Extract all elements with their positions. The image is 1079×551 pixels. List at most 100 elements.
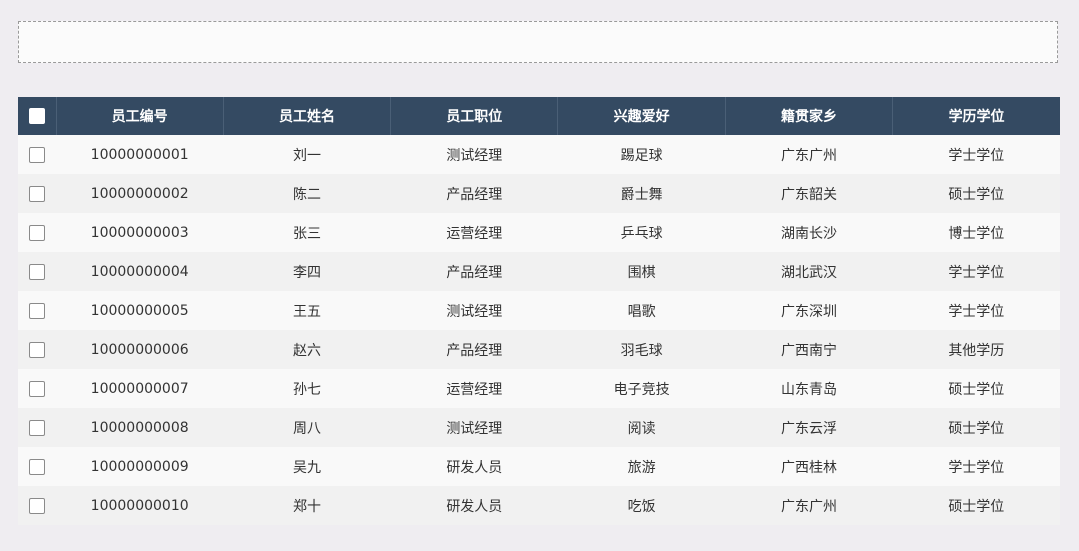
table-row[interactable]: 10000000002 陈二 产品经理 爵士舞 广东韶关 硕士学位: [18, 174, 1060, 213]
row-select-cell[interactable]: [18, 447, 56, 486]
cell-employee-id: 10000000008: [90, 419, 189, 436]
table-row[interactable]: 10000000007 孙七 运营经理 电子竞技 山东青岛 硕士学位: [18, 369, 1060, 408]
cell-employee-name: 吴九: [292, 459, 321, 476]
cell-degree: 学士学位: [948, 147, 1005, 164]
cell-employee-id: 10000000010: [90, 497, 189, 514]
row-checkbox[interactable]: [29, 419, 45, 436]
cell-hobby: 唱歌: [627, 303, 656, 320]
table-row[interactable]: 10000000006 赵六 产品经理 羽毛球 广西南宁 其他学历: [18, 330, 1060, 369]
row-select-cell[interactable]: [18, 369, 56, 408]
row-select-cell[interactable]: [18, 252, 56, 291]
cell-degree: 硕士学位: [948, 381, 1005, 398]
cell-hometown: 广东广州: [780, 147, 837, 164]
header-degree[interactable]: 学历学位: [893, 97, 1060, 135]
row-checkbox[interactable]: [29, 497, 45, 514]
cell-employee-name: 郑十: [292, 498, 321, 515]
cell-hometown: 广西南宁: [780, 342, 837, 359]
row-checkbox[interactable]: [29, 302, 45, 319]
cell-employee-id: 10000000005: [90, 302, 189, 319]
row-checkbox[interactable]: [29, 224, 45, 241]
table-row[interactable]: 10000000003 张三 运营经理 乒乓球 湖南长沙 博士学位: [18, 213, 1060, 252]
cell-employee-name: 刘一: [292, 147, 321, 164]
cell-employee-name: 赵六: [292, 342, 321, 359]
cell-employee-id: 10000000002: [90, 185, 189, 202]
cell-employee-id: 10000000006: [90, 341, 189, 358]
table-header: 员工编号 员工姓名 员工职位 兴趣爱好 籍贯家乡 学历学位: [18, 97, 1060, 135]
row-checkbox[interactable]: [29, 146, 45, 163]
row-select-cell[interactable]: [18, 213, 56, 252]
row-select-cell[interactable]: [18, 408, 56, 447]
cell-employee-id: 10000000007: [90, 380, 189, 397]
cell-hobby: 旅游: [627, 459, 656, 476]
cell-employee-name: 孙七: [292, 381, 321, 398]
cell-hometown: 山东青岛: [780, 381, 837, 398]
cell-degree: 硕士学位: [948, 186, 1005, 203]
cell-hobby: 围棋: [627, 264, 656, 281]
cell-employee-id: 10000000009: [90, 458, 189, 475]
cell-employee-position: 研发人员: [446, 459, 503, 476]
table-row[interactable]: 10000000008 周八 测试经理 阅读 广东云浮 硕士学位: [18, 408, 1060, 447]
cell-hometown: 广西桂林: [780, 459, 837, 476]
cell-hobby: 踢足球: [620, 147, 663, 164]
header-employee-position[interactable]: 员工职位: [390, 97, 559, 135]
row-checkbox[interactable]: [29, 185, 45, 202]
cell-employee-position: 运营经理: [446, 381, 503, 398]
cell-employee-position: 测试经理: [446, 420, 503, 437]
cell-employee-name: 张三: [292, 225, 321, 242]
cell-degree: 学士学位: [948, 264, 1005, 281]
cell-employee-position: 产品经理: [446, 186, 503, 203]
cell-degree: 硕士学位: [948, 420, 1005, 437]
header-employee-id[interactable]: 员工编号: [56, 97, 224, 135]
employee-table: 员工编号 员工姓名 员工职位 兴趣爱好 籍贯家乡 学历学位 1000000000…: [18, 97, 1060, 525]
cell-hometown: 广东云浮: [780, 420, 837, 437]
row-checkbox[interactable]: [29, 341, 45, 358]
header-select-all[interactable]: [18, 97, 57, 135]
cell-employee-name: 王五: [292, 303, 321, 320]
cell-hobby: 爵士舞: [620, 186, 663, 203]
cell-degree: 博士学位: [948, 225, 1005, 242]
table-row[interactable]: 10000000010 郑十 研发人员 吃饭 广东广州 硕士学位: [18, 486, 1060, 525]
row-select-cell[interactable]: [18, 291, 56, 330]
cell-employee-position: 测试经理: [446, 147, 503, 164]
cell-employee-position: 研发人员: [446, 498, 503, 515]
table-row[interactable]: 10000000001 刘一 测试经理 踢足球 广东广州 学士学位: [18, 135, 1060, 174]
table-body: 10000000001 刘一 测试经理 踢足球 广东广州 学士学位 10000000002 陈…: [18, 135, 1060, 525]
cell-employee-name: 李四: [292, 264, 321, 281]
row-checkbox[interactable]: [29, 263, 45, 280]
cell-degree: 学士学位: [948, 459, 1005, 476]
table-row[interactable]: 10000000009 吴九 研发人员 旅游 广西桂林 学士学位: [18, 447, 1060, 486]
cell-degree: 硕士学位: [948, 498, 1005, 515]
header-employee-name[interactable]: 员工姓名: [223, 97, 392, 135]
toolbar-area: [18, 21, 1058, 63]
cell-hometown: 广东广州: [780, 498, 837, 515]
cell-hobby: 阅读: [627, 420, 656, 437]
row-checkbox[interactable]: [29, 380, 45, 397]
header-row: 员工编号 员工姓名 员工职位 兴趣爱好 籍贯家乡 学历学位: [18, 97, 1060, 135]
cell-employee-position: 产品经理: [446, 342, 503, 359]
cell-employee-id: 10000000001: [90, 146, 189, 163]
cell-hobby: 羽毛球: [620, 342, 663, 359]
header-hometown[interactable]: 籍贯家乡: [725, 97, 894, 135]
row-select-cell[interactable]: [18, 486, 56, 525]
cell-employee-id: 10000000004: [90, 263, 189, 280]
header-hobby[interactable]: 兴趣爱好: [557, 97, 726, 135]
cell-hobby: 吃饭: [627, 498, 656, 515]
row-select-cell[interactable]: [18, 330, 56, 369]
cell-degree: 其他学历: [948, 342, 1005, 359]
cell-employee-name: 陈二: [292, 186, 321, 203]
row-select-cell[interactable]: [18, 135, 56, 174]
cell-employee-position: 测试经理: [446, 303, 503, 320]
row-checkbox[interactable]: [29, 458, 45, 475]
cell-hobby: 乒乓球: [620, 225, 663, 242]
cell-hometown: 广东深圳: [780, 303, 837, 320]
cell-employee-position: 产品经理: [446, 264, 503, 281]
select-all-checkbox[interactable]: [28, 108, 45, 124]
cell-degree: 学士学位: [948, 303, 1005, 320]
cell-employee-name: 周八: [292, 420, 321, 437]
cell-hobby: 电子竞技: [613, 381, 670, 398]
cell-employee-id: 10000000003: [90, 224, 189, 241]
table-row[interactable]: 10000000005 王五 测试经理 唱歌 广东深圳 学士学位: [18, 291, 1060, 330]
row-select-cell[interactable]: [18, 174, 56, 213]
table-row[interactable]: 10000000004 李四 产品经理 围棋 湖北武汉 学士学位: [18, 252, 1060, 291]
employee-table-container: 员工编号 员工姓名 员工职位 兴趣爱好 籍贯家乡 学历学位 1000000000…: [18, 97, 1060, 527]
